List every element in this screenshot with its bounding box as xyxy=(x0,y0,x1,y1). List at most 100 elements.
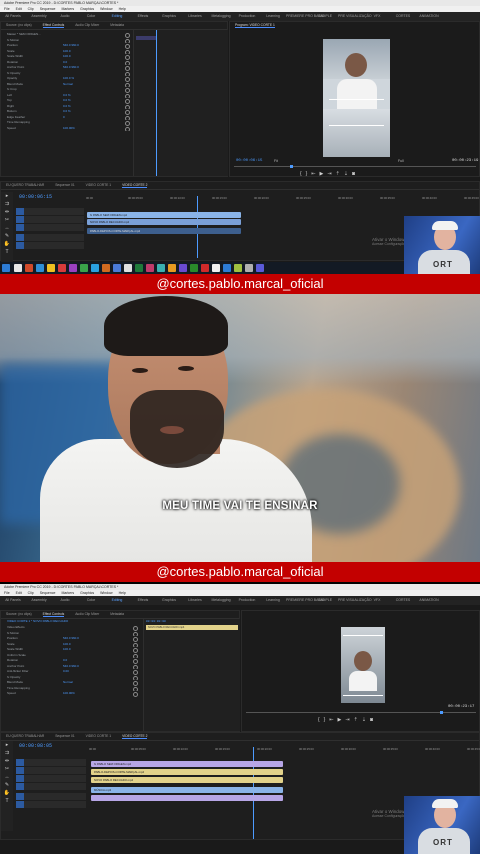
selection-tool-icon[interactable]: ▸ xyxy=(1,192,13,200)
menu-item-edit[interactable]: Edit xyxy=(16,7,22,11)
pen-tool-icon[interactable]: ✎ xyxy=(1,232,13,240)
taskbar-app-icon[interactable] xyxy=(212,264,220,272)
panel-tab[interactable]: Effect Controls xyxy=(42,23,65,28)
menu-item-markers[interactable]: Markers xyxy=(61,7,74,11)
taskbar-app-icon[interactable] xyxy=(58,264,66,272)
workspace-tab[interactable]: PRE VISUALIZAÇÃO xyxy=(338,12,372,21)
keyframe-toggle-icon[interactable] xyxy=(125,126,130,131)
timeline-timecode[interactable]: 00:00:06:15 xyxy=(19,194,52,200)
panel-tab[interactable]: EU QUERO TRABALHAR xyxy=(6,734,44,738)
track-v3[interactable] xyxy=(16,208,84,215)
workspace-tab[interactable]: SAMPLE xyxy=(312,596,338,605)
menu-item-clip[interactable]: Clip xyxy=(28,7,34,11)
menu-item-help[interactable]: Help xyxy=(119,7,126,11)
workspace-tab[interactable]: Editing xyxy=(104,596,130,605)
workspace-tab[interactable]: Learning xyxy=(260,12,286,21)
taskbar-app-icon[interactable] xyxy=(234,264,242,272)
panel-tab[interactable]: Sequence 01 xyxy=(55,734,74,738)
taskbar-app-icon[interactable] xyxy=(102,264,110,272)
program-playhead-icon[interactable] xyxy=(290,165,293,168)
workspace-tab[interactable]: Libraries xyxy=(182,596,208,605)
type-tool-icon[interactable]: T xyxy=(1,797,13,805)
panel-tab[interactable]: Metadata xyxy=(110,23,124,27)
windows-start-icon[interactable] xyxy=(2,264,10,272)
taskbar-app-icon[interactable] xyxy=(69,264,77,272)
workspace-tab[interactable]: Editing xyxy=(104,12,130,21)
panel-tab[interactable]: VIDEO CORTE 1 xyxy=(86,734,111,738)
hand-tool-icon[interactable]: ✋ xyxy=(1,240,13,248)
effect-property-value[interactable]: 100.00% xyxy=(63,126,75,132)
timeline-clip[interactable]: fx PABLO SEM ORIGEN.mp4 xyxy=(91,761,283,767)
step-back-icon[interactable]: ⇤ xyxy=(329,717,337,723)
workspace-tab[interactable]: VFX xyxy=(364,596,390,605)
taskbar-app-icon[interactable] xyxy=(124,264,132,272)
menu-item-file[interactable]: File xyxy=(4,591,10,595)
track-select-tool-icon[interactable]: ⇉ xyxy=(1,200,13,208)
taskbar-app-icon[interactable] xyxy=(168,264,176,272)
timeline-playhead[interactable] xyxy=(197,196,198,258)
program-resolution-select[interactable]: Full xyxy=(398,159,404,163)
panel-tab[interactable]: Source: (no clips) xyxy=(6,612,32,616)
taskbar-app-icon[interactable] xyxy=(113,264,121,272)
panel-tab[interactable]: Audio Clip Mixer xyxy=(75,23,99,27)
taskbar-app-icon[interactable] xyxy=(190,264,198,272)
workspace-tab[interactable]: Learning xyxy=(260,596,286,605)
taskbar-app-icon[interactable] xyxy=(245,264,253,272)
timeline-clip[interactable]: PABLO-DEPOIS-CORTE-MARÇAL.mp4 xyxy=(91,769,283,775)
taskbar-app-icon[interactable] xyxy=(36,264,44,272)
workspace-tab[interactable]: ANIMATION xyxy=(416,596,442,605)
menu-item-window[interactable]: Window xyxy=(100,591,112,595)
workspace-tab[interactable]: Effects xyxy=(130,12,156,21)
timeline-clip[interactable]: PABLO-DEPOIS-CORTE-MARÇAL.mp4 xyxy=(87,228,241,234)
track-v2[interactable] xyxy=(16,216,84,223)
panel-tab[interactable]: Audio Clip Mixer xyxy=(75,612,99,616)
ripple-edit-tool-icon[interactable]: ⇹ xyxy=(1,757,13,765)
panel-tab[interactable]: VIDEO CORTE 1 xyxy=(86,183,111,187)
workspace-tab[interactable]: ANIMATION xyxy=(416,12,442,21)
program-playhead-icon[interactable] xyxy=(440,711,443,714)
menu-item-sequence[interactable]: Sequence xyxy=(40,7,56,11)
taskbar-app-icon[interactable] xyxy=(201,264,209,272)
menu-item-clip[interactable]: Clip xyxy=(28,591,34,595)
workspace-tab[interactable]: Effects xyxy=(130,596,156,605)
taskbar-app-icon[interactable] xyxy=(135,264,143,272)
track-v2[interactable] xyxy=(16,775,86,782)
workspace-tab[interactable]: Graphics xyxy=(156,596,182,605)
panel-tab[interactable]: VIDEO CORTE 2 xyxy=(122,734,148,739)
effect-property-value[interactable]: 100.00% xyxy=(63,691,75,697)
keyframe-toggle-icon[interactable] xyxy=(133,692,138,697)
workspace-tab[interactable]: PREMIERE PRO BASIC xyxy=(286,12,324,21)
taskbar-app-icon[interactable] xyxy=(179,264,187,272)
workspace-tab[interactable]: Metalogging xyxy=(208,12,234,21)
workspace-tab[interactable]: Libraries xyxy=(182,12,208,21)
step-forward-icon[interactable]: ⇥ xyxy=(345,717,353,723)
timeline-clip[interactable]: fx PABLO SEM ORIGEN.mp4 xyxy=(87,212,241,218)
panel-tab[interactable]: Sequence 01 xyxy=(55,183,74,187)
program-scrub-bar[interactable] xyxy=(234,166,476,167)
menu-item-markers[interactable]: Markers xyxy=(61,591,74,595)
workspace-tab[interactable]: VFX xyxy=(364,12,390,21)
workspace-tab[interactable]: Audio xyxy=(52,596,78,605)
workspace-tab[interactable]: SAMPLE xyxy=(312,12,338,21)
panel-tab[interactable]: Metadata xyxy=(110,612,124,616)
timeline-clip[interactable]: MÚSICA.mp3 xyxy=(91,787,283,793)
workspace-tab[interactable]: CORTES xyxy=(390,12,416,21)
panel-tab[interactable]: EU QUERO TRABALHAR xyxy=(6,183,44,187)
workspace-tab[interactable]: Assembly xyxy=(26,596,52,605)
panel-tab[interactable]: VIDEO CORTE 2 xyxy=(122,183,148,188)
workspace-tab[interactable]: All Panels xyxy=(0,596,26,605)
track-v4[interactable] xyxy=(16,759,86,766)
panel-tab[interactable]: Source: (no clips) xyxy=(6,23,32,27)
menu-item-graphics[interactable]: Graphics xyxy=(80,7,94,11)
hand-tool-icon[interactable]: ✋ xyxy=(1,789,13,797)
program-fit-select[interactable]: Fit xyxy=(274,159,278,163)
extract-icon[interactable]: ⇣ xyxy=(362,717,370,723)
taskbar-app-icon[interactable] xyxy=(157,264,165,272)
workspace-tab[interactable]: PRE VISUALIZAÇÃO xyxy=(338,596,372,605)
ripple-edit-tool-icon[interactable]: ⇹ xyxy=(1,208,13,216)
workspace-tab[interactable]: Production xyxy=(234,12,260,21)
workspace-tab[interactable]: Color xyxy=(78,12,104,21)
menu-item-help[interactable]: Help xyxy=(119,591,126,595)
menu-item-graphics[interactable]: Graphics xyxy=(80,591,94,595)
step-forward-icon[interactable]: ⇥ xyxy=(327,171,335,177)
